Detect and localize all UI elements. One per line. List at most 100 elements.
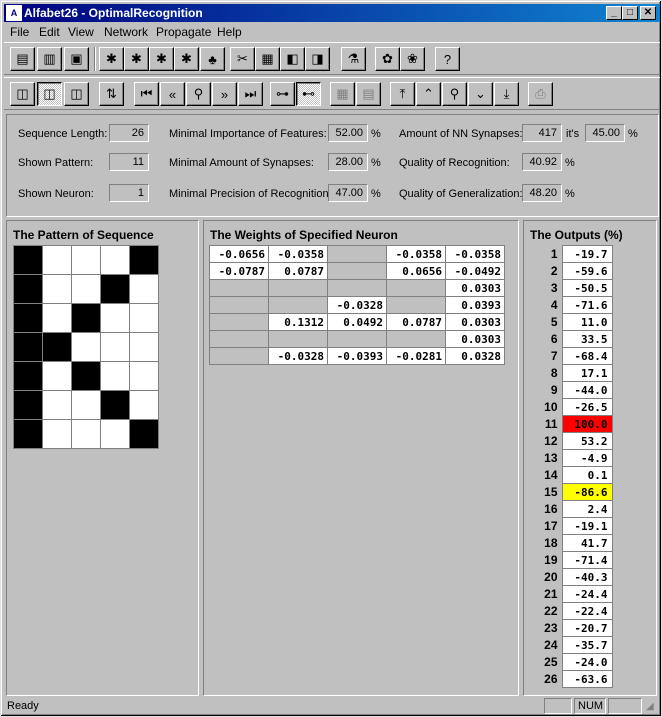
new-icon[interactable]: ▤ [10, 47, 35, 71]
menu-file[interactable]: File [10, 25, 29, 39]
pattern-cell[interactable] [129, 390, 159, 420]
title-bar[interactable]: A Alfabet26 - OptimalRecognition _ □ ✕ [4, 4, 660, 22]
find-neuron-icon[interactable]: ⚲ [442, 82, 467, 106]
minimize-button[interactable]: _ [606, 6, 622, 20]
pattern-cell[interactable] [71, 274, 101, 304]
pattern-cell[interactable] [71, 332, 101, 362]
pattern-cell[interactable] [100, 390, 130, 420]
pattern-cell[interactable] [42, 332, 72, 362]
output-value: -20.7 [561, 619, 613, 637]
output-value: -63.6 [561, 670, 613, 688]
menu-propagate[interactable]: Propagate [156, 25, 211, 39]
resize-grip-icon[interactable]: ◢ [646, 701, 654, 712]
close-button[interactable]: ✕ [640, 6, 656, 20]
down-icon[interactable]: ⌄ [468, 82, 493, 106]
output-value: -24.0 [561, 653, 613, 671]
maximize-button[interactable]: □ [622, 6, 638, 20]
pattern-cell[interactable] [100, 245, 130, 275]
wizard-icon[interactable]: ⚗ [341, 47, 366, 71]
output-value: -35.7 [561, 636, 613, 654]
navigation-toolbar: ◫ ◫ ◫ ⇅ ⏮ « ⚲ » ⏭ ⊶ ⊷ ▦ ▤ ⤒ ⌃ ⚲ ⌄ ⤓ ⎙ [4, 77, 660, 110]
sequence-length-value: 26 [109, 124, 149, 142]
shown-neuron-value: 1 [109, 184, 149, 202]
pattern-cell[interactable] [42, 390, 72, 420]
pattern-cell[interactable] [42, 419, 72, 449]
pattern-cell[interactable] [13, 361, 43, 391]
output-value: -19.7 [561, 245, 613, 263]
view-right-icon[interactable]: ◫ [64, 82, 89, 106]
output-row: 6 33.5 [530, 330, 613, 348]
pattern-cell[interactable] [71, 419, 101, 449]
neuron-right-icon[interactable]: ⊷ [296, 82, 321, 106]
first-icon[interactable]: ⏮ [134, 82, 159, 106]
output-value: 33.5 [561, 330, 613, 348]
pattern-cell[interactable] [42, 245, 72, 275]
output-index: 11 [544, 417, 558, 431]
pattern-cell[interactable] [71, 390, 101, 420]
output-value: -86.6 [561, 483, 613, 501]
pattern-cell[interactable] [129, 303, 159, 333]
pattern-cell[interactable] [71, 303, 101, 333]
output-index: 19 [544, 553, 558, 567]
output-row: 17 -19.1 [530, 517, 613, 535]
pattern-cell[interactable] [129, 245, 159, 275]
network-icon[interactable]: ▦ [255, 47, 280, 71]
sequence-a-icon[interactable]: ✱ [99, 47, 124, 71]
top-icon[interactable]: ⤒ [390, 82, 415, 106]
pattern-cell[interactable] [42, 303, 72, 333]
status-num: NUM [574, 698, 606, 714]
menu-view[interactable]: View [68, 25, 94, 39]
pattern-cell[interactable] [13, 274, 43, 304]
sequence-d-icon[interactable]: ✱ [174, 47, 199, 71]
load-icon[interactable]: ◧ [280, 47, 305, 71]
neuron-left-icon[interactable]: ⊶ [270, 82, 295, 106]
pattern-cell[interactable] [100, 274, 130, 304]
cut-icon[interactable]: ✂ [230, 47, 255, 71]
pattern-cell[interactable] [42, 361, 72, 391]
next-icon[interactable]: » [212, 82, 237, 106]
save-icon[interactable]: ▣ [64, 47, 89, 71]
up-icon[interactable]: ⌃ [416, 82, 441, 106]
previous-icon[interactable]: « [160, 82, 185, 106]
pattern-cell[interactable] [71, 245, 101, 275]
status-text: Ready [7, 700, 39, 712]
teach-icon[interactable]: ✿ [375, 47, 400, 71]
pattern-cell[interactable] [100, 332, 130, 362]
open-icon[interactable]: ▥ [37, 47, 62, 71]
window-title: Alfabet26 - OptimalRecognition [24, 6, 203, 20]
pattern-cell[interactable] [129, 274, 159, 304]
pattern-cell[interactable] [129, 419, 159, 449]
output-index: 12 [544, 434, 558, 448]
menu-edit[interactable]: Edit [39, 25, 60, 39]
pattern-cell[interactable] [13, 245, 43, 275]
pattern-cell[interactable] [13, 303, 43, 333]
pattern-cell[interactable] [129, 361, 159, 391]
recall-icon[interactable]: ❀ [400, 47, 425, 71]
menu-network[interactable]: Network [104, 25, 148, 39]
bottom-icon[interactable]: ⤓ [494, 82, 519, 106]
view-left-icon[interactable]: ◫ [10, 82, 35, 106]
pattern-cell[interactable] [100, 361, 130, 391]
pattern-cell[interactable] [13, 332, 43, 362]
store-icon[interactable]: ◨ [305, 47, 330, 71]
sequence-c-icon[interactable]: ✱ [149, 47, 174, 71]
sequence-b-icon[interactable]: ✱ [124, 47, 149, 71]
swap-icon[interactable]: ⇅ [99, 82, 124, 106]
pattern-cell[interactable] [100, 419, 130, 449]
pattern-cell[interactable] [100, 303, 130, 333]
quality-generalization-label: Quality of Generalization: [399, 188, 523, 200]
pattern-cell[interactable] [42, 274, 72, 304]
pattern-cell[interactable] [13, 390, 43, 420]
pattern-cell[interactable] [71, 361, 101, 391]
output-value: -44.0 [561, 381, 613, 399]
help-icon[interactable]: ? [435, 47, 460, 71]
menu-help[interactable]: Help [217, 25, 242, 39]
view-center-icon[interactable]: ◫ [37, 82, 62, 106]
find-icon[interactable]: ⚲ [186, 82, 211, 106]
output-row: 14 0.1 [530, 466, 613, 484]
app-icon[interactable]: A [6, 5, 22, 21]
apple-icon[interactable]: ♣ [200, 47, 225, 71]
pattern-cell[interactable] [13, 419, 43, 449]
last-icon[interactable]: ⏭ [238, 82, 263, 106]
pattern-cell[interactable] [129, 332, 159, 362]
